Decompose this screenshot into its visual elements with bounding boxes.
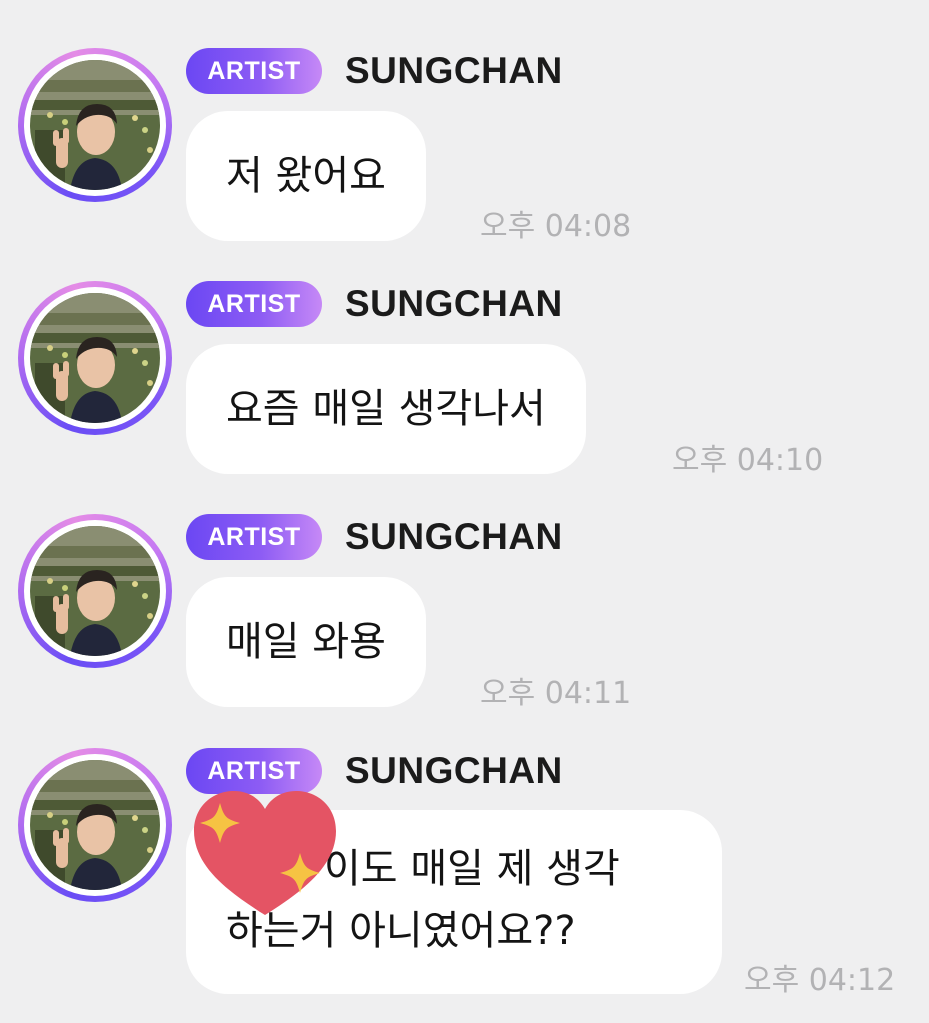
sender-name: SUNGCHAN bbox=[345, 750, 563, 791]
avatar-photo bbox=[30, 760, 160, 890]
avatar-photo bbox=[30, 526, 160, 656]
message-timestamp: 오후 04:10 bbox=[672, 443, 824, 478]
sparkling-heart-icon bbox=[194, 791, 336, 915]
message-timestamp: 오후 04:08 bbox=[480, 209, 632, 244]
sender-name: SUNGCHAN bbox=[345, 50, 563, 91]
avatar-photo bbox=[30, 293, 160, 423]
avatar[interactable] bbox=[18, 748, 172, 902]
artist-badge: ARTIST bbox=[186, 48, 322, 94]
avatar[interactable] bbox=[18, 48, 172, 202]
sender-name: SUNGCHAN bbox=[345, 516, 563, 557]
artist-badge: ARTIST bbox=[186, 748, 322, 794]
artist-badge: ARTIST bbox=[186, 281, 322, 327]
avatar[interactable] bbox=[18, 514, 172, 668]
avatar-photo bbox=[30, 60, 160, 190]
avatar[interactable] bbox=[18, 281, 172, 435]
message-bubble[interactable]: 요즘 매일 생각나서 bbox=[186, 344, 586, 474]
message-bubble[interactable]: 매일 와용 bbox=[186, 577, 426, 707]
artist-badge: ARTIST bbox=[186, 514, 322, 560]
sender-name: SUNGCHAN bbox=[345, 283, 563, 324]
message-timestamp: 오후 04:11 bbox=[480, 676, 632, 711]
message-bubble[interactable]: 저 왔어요 bbox=[186, 111, 426, 241]
message-timestamp: 오후 04:12 bbox=[744, 963, 896, 998]
